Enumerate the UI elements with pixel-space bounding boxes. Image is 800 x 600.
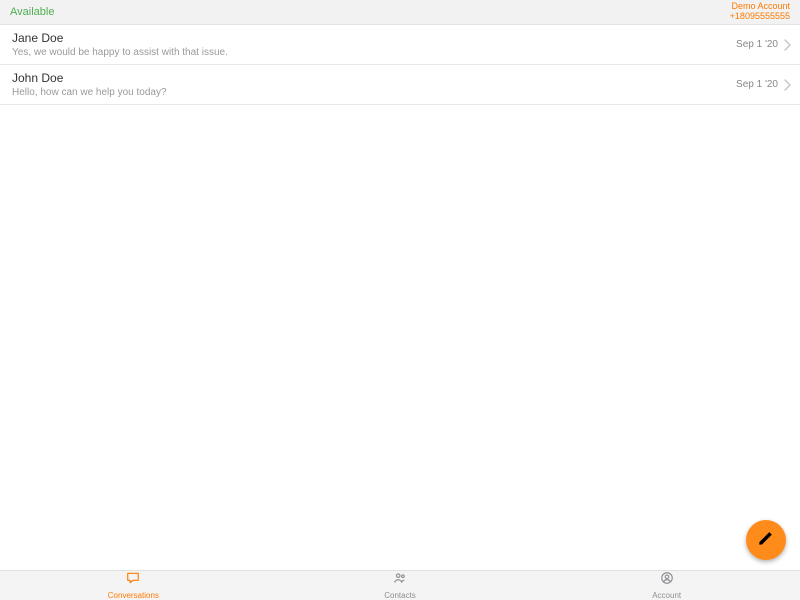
conversation-preview: Hello, how can we help you today? — [12, 87, 736, 98]
conversation-main: Jane Doe Yes, we would be happy to assis… — [12, 31, 736, 58]
pencil-icon — [756, 528, 776, 553]
header-bar: Available Demo Account +18095555555 — [0, 0, 800, 25]
account-icon — [659, 571, 675, 590]
app-root: Available Demo Account +18095555555 Jane… — [0, 0, 800, 600]
conversation-list: Jane Doe Yes, we would be happy to assis… — [0, 25, 800, 570]
conversation-row[interactable]: John Doe Hello, how can we help you toda… — [0, 65, 800, 105]
conversation-date: Sep 1 '20 — [736, 79, 778, 90]
compose-button[interactable] — [746, 520, 786, 560]
account-phone: +18095555555 — [730, 12, 790, 22]
conversation-main: John Doe Hello, how can we help you toda… — [12, 71, 736, 98]
conversation-row[interactable]: Jane Doe Yes, we would be happy to assis… — [0, 25, 800, 65]
tab-bar: Conversations Contacts Account — [0, 570, 800, 600]
tab-label: Account — [652, 591, 681, 600]
conversation-preview: Yes, we would be happy to assist with th… — [12, 47, 736, 58]
chat-icon — [125, 571, 141, 590]
conversation-meta: Sep 1 '20 — [736, 39, 792, 51]
chevron-right-icon — [784, 79, 792, 91]
conversation-date: Sep 1 '20 — [736, 39, 778, 50]
contacts-icon — [392, 571, 408, 590]
tab-conversations[interactable]: Conversations — [0, 571, 267, 600]
availability-status[interactable]: Available — [10, 6, 54, 18]
tab-account[interactable]: Account — [533, 571, 800, 600]
conversation-name: Jane Doe — [12, 31, 736, 45]
account-info[interactable]: Demo Account +18095555555 — [730, 2, 790, 22]
chevron-right-icon — [784, 39, 792, 51]
conversation-name: John Doe — [12, 71, 736, 85]
tab-label: Contacts — [384, 591, 416, 600]
conversation-meta: Sep 1 '20 — [736, 79, 792, 91]
tab-contacts[interactable]: Contacts — [267, 571, 534, 600]
tab-label: Conversations — [108, 591, 159, 600]
